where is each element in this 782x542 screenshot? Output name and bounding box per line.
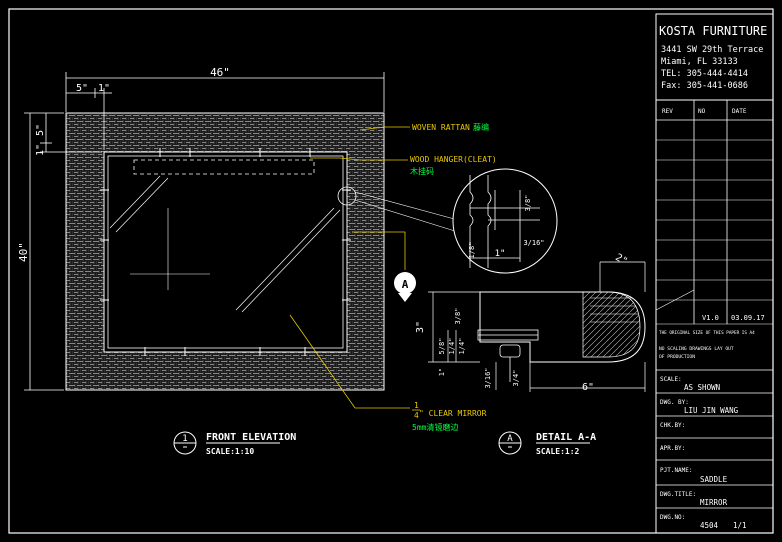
dim-frame-label: 5" [76, 83, 88, 94]
center-mark [130, 208, 210, 290]
rattan-label-cn: 藤编 [473, 122, 489, 132]
woven-rattan-frame [65, 112, 385, 391]
front-elevation: 46" 5" 1" 40" 5" 1" A [17, 66, 459, 409]
mirror-clips [100, 148, 351, 356]
fax: Fax: 305-441-0686 [661, 81, 748, 91]
mirror-opening [103, 151, 348, 353]
svg-text:SCALE:1:10: SCALE:1:10 [206, 447, 254, 456]
detail-a-a: 3" 6" 2" 3/8" 5/8" 1/4" 1/4" 1" 3/16" 3/… [415, 252, 646, 393]
telephone: TEL: 305-444-4414 [661, 69, 748, 79]
address-line-1: 3441 SW 29th Terrace [661, 45, 763, 55]
svg-text:3/16": 3/16" [484, 367, 492, 388]
drawn-by-label: DWG. BY: [660, 399, 689, 406]
clip [499, 344, 521, 358]
rev-header: REV [662, 108, 673, 115]
no-header: NO [698, 108, 706, 115]
svg-text:1": 1" [495, 249, 506, 259]
version: V1.0 [702, 314, 719, 322]
address-line-2: Miami, FL 33133 [661, 57, 738, 67]
drawing-title-value: MIRROR [700, 498, 728, 507]
rev-table-rows [655, 139, 773, 325]
project-name-label: PJT.NAME: [660, 467, 693, 474]
wood-hanger-cleat [133, 159, 315, 175]
svg-text:6": 6" [582, 382, 594, 393]
svg-text:3/4": 3/4" [512, 370, 520, 387]
scale-label: SCALE: [660, 376, 682, 383]
svg-text:3": 3" [415, 321, 426, 333]
dim-top-frame-label: 5" [35, 124, 46, 136]
svg-text:1/4": 1/4" [448, 338, 456, 355]
svg-text:1: 1 [182, 434, 187, 444]
drawn-by-value: LIU JIN WANG [684, 406, 739, 415]
front-elevation-title: 1 FRONT ELEVATION SCALE:1:10 [173, 431, 296, 456]
dim-inset-label: 1" [98, 83, 110, 94]
title-block: KOSTA FURNITURE 3441 SW 29th Terrace Mia… [655, 13, 774, 534]
section-marker-a: A [394, 272, 416, 302]
svg-text:DETAIL A-A: DETAIL A-A [536, 432, 596, 443]
svg-text:3/8": 3/8" [454, 308, 462, 325]
scale-value: AS SHOWN [684, 383, 720, 392]
svg-text:A: A [507, 434, 513, 444]
checked-by-label: CHK.BY: [660, 422, 685, 429]
cad-drawing-canvas: 46" 5" 1" 40" 5" 1" A WOVEN RATTAN 藤编 WO… [8, 8, 774, 534]
hanger-label: WOOD HANGER(CLEAT) [410, 155, 497, 164]
svg-text:A: A [402, 278, 409, 291]
svg-text:2": 2" [613, 252, 629, 268]
date-header: DATE [732, 108, 747, 115]
drawing-number-value: 4504 [700, 521, 719, 530]
mirror-reflection-lines [109, 175, 341, 313]
sheet-number: 1/1 [733, 521, 747, 530]
svg-text:1": 1" [438, 368, 446, 376]
dim-height-label: 40" [17, 242, 30, 262]
detail-zoom-circle: 3/8" 3/16" 1" 1/8" [452, 168, 558, 274]
note-no-scaling: NO SCALING DRAWINGS LAY OUT [659, 346, 734, 352]
svg-text:3/16": 3/16" [523, 239, 544, 247]
detail-a-title: A DETAIL A-A SCALE:1:2 [498, 431, 596, 456]
hanger-label-cn: 木挂码 [410, 166, 434, 176]
company-name: KOSTA FURNITURE [659, 24, 767, 38]
note-production: OF PRODUCTION [659, 354, 695, 360]
drawing-title-label: DWG.TITLE: [660, 491, 696, 498]
svg-text:1/4": 1/4" [458, 338, 466, 355]
drawing-number-label: DWG.NO: [660, 514, 685, 521]
version-date: 03.09.17 [731, 314, 765, 322]
svg-text:5/8": 5/8" [438, 338, 446, 355]
rattan-label: WOVEN RATTAN [412, 123, 470, 132]
svg-text:FRONT ELEVATION: FRONT ELEVATION [206, 432, 296, 443]
dim-width-label: 46" [210, 66, 230, 79]
mirror-label: " CLEAR MIRROR [419, 409, 487, 418]
sheet-border [8, 8, 774, 534]
svg-text:3/8": 3/8" [524, 195, 532, 212]
svg-text:SCALE:1:2: SCALE:1:2 [536, 447, 580, 456]
project-name-value: SADDLE [700, 475, 728, 484]
note-paper-size: THE ORIGINAL SIZE OF THIS PAPER IS A4 [659, 330, 755, 336]
svg-text:1/8": 1/8" [468, 242, 476, 259]
dim-top-inset-label: 1" [35, 144, 46, 156]
mirror-glass [107, 155, 344, 349]
detail-rattan-section [582, 291, 641, 358]
approved-by-label: APR.BY: [660, 445, 685, 452]
mirror-label-cn: 5mm清镜磨边 [412, 422, 458, 432]
